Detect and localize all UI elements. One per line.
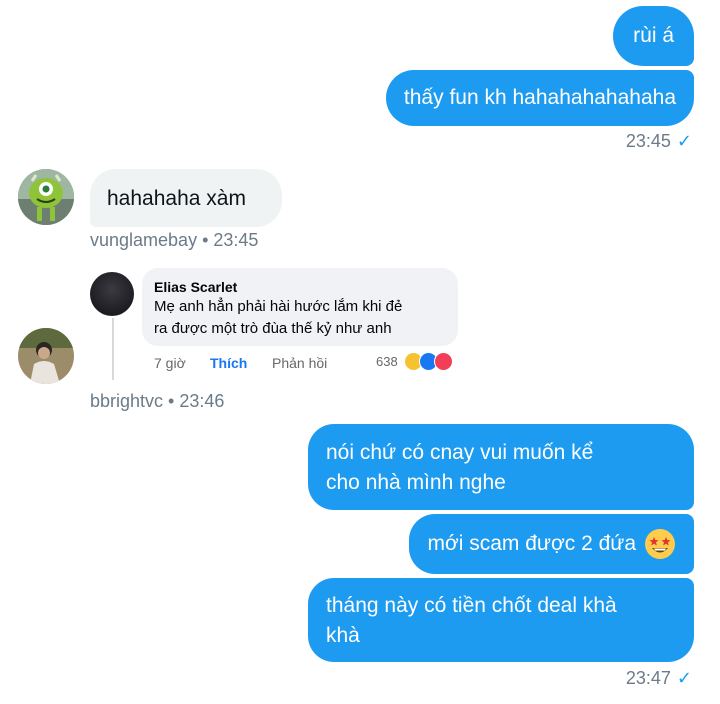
- message-text: mới scam được 2 đứa: [427, 532, 636, 555]
- star-struck-emoji-icon: [645, 529, 675, 559]
- message-bubble-outgoing[interactable]: tháng này có tiền chốt deal khà khà: [308, 578, 694, 662]
- message-text-line-2: khà: [326, 624, 360, 647]
- thread-line: [112, 318, 114, 380]
- avatar-image: [18, 328, 74, 384]
- message-text-line-2: cho nhà mình nghe: [326, 471, 506, 494]
- comment-text-line-2: ra được một trò đùa thế kỷ như anh: [154, 320, 392, 337]
- reaction-count: 638: [376, 354, 398, 369]
- sent-check-icon: ✓: [676, 668, 692, 688]
- message-sender-meta: bbrightvc • 23:46: [90, 391, 225, 411]
- avatar[interactable]: [18, 328, 74, 384]
- message-text: rùi á: [633, 24, 674, 47]
- message-bubble-outgoing[interactable]: thấy fun kh hahahahahahaha: [385, 70, 694, 126]
- sent-check-icon: ✓: [676, 131, 692, 151]
- comment-time: 7 giờ: [154, 355, 186, 371]
- message-bubble-outgoing[interactable]: nói chứ có cnay vui muốn kể cho nhà mình…: [308, 424, 694, 510]
- message-text-line-1: nói chứ có cnay vui muốn kể: [326, 441, 594, 464]
- message-sender-meta: vunglamebay • 23:45: [90, 230, 259, 250]
- avatar[interactable]: [18, 169, 74, 225]
- reply-link: Phản hồi: [272, 355, 328, 371]
- message-text-line-1: tháng này có tiền chốt deal khà: [326, 594, 617, 617]
- timestamp-text: 23:45: [625, 131, 671, 151]
- avatar-image: [18, 169, 74, 225]
- message-timestamp: 23:47 ✓: [626, 668, 692, 689]
- like-link: Thích: [210, 355, 248, 371]
- timestamp-text: 23:47: [625, 668, 671, 688]
- comment-bubble: Elias Scarlet Mẹ anh hẳn phải hài hước l…: [142, 268, 458, 346]
- shared-facebook-comment[interactable]: Elias Scarlet Mẹ anh hẳn phải hài hước l…: [90, 266, 470, 396]
- message-bubble-incoming[interactable]: hahahaha xàm: [90, 169, 282, 227]
- commenter-avatar: [90, 272, 134, 316]
- message-text: thấy fun kh hahahahahahaha: [403, 86, 676, 109]
- reaction-summary: 638: [376, 352, 453, 371]
- message-bubble-outgoing[interactable]: mới scam được 2 đứa: [409, 514, 694, 574]
- message-timestamp: 23:45 ✓: [626, 131, 692, 152]
- message-text: hahahaha xàm: [107, 187, 246, 210]
- love-reaction-icon: [433, 352, 453, 371]
- comment-actions: 7 giờ Thích Phản hồi: [154, 355, 327, 371]
- commenter-name: Elias Scarlet: [154, 279, 238, 295]
- message-bubble-outgoing[interactable]: rùi á: [613, 6, 694, 66]
- comment-text-line-1: Mẹ anh hẳn phải hài hước lắm khi đẻ: [154, 298, 403, 315]
